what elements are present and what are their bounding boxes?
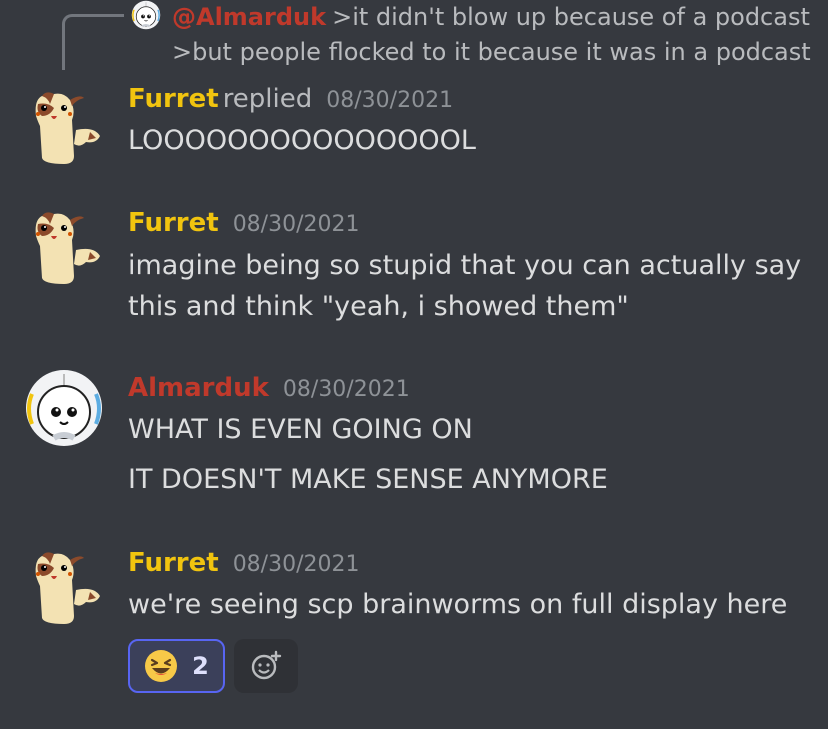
reply-mention[interactable]: @Almarduk bbox=[172, 3, 326, 31]
replied-label: replied bbox=[222, 84, 313, 114]
reaction-button[interactable]: 2 bbox=[128, 639, 225, 693]
furret-avatar-icon[interactable] bbox=[24, 546, 104, 626]
message-header: Furret 08/30/2021 bbox=[128, 546, 360, 582]
furret-avatar-icon[interactable] bbox=[24, 86, 104, 166]
message-line: this and think "yeah, i showed them" bbox=[128, 291, 629, 322]
almarduk-avatar-icon[interactable] bbox=[128, 0, 164, 30]
timestamp: 08/30/2021 bbox=[232, 552, 360, 577]
author-name[interactable]: Furret bbox=[128, 208, 219, 238]
message-text: WHAT IS EVEN GOING ON IT DOESN'T MAKE SE… bbox=[128, 409, 608, 500]
message-line: WHAT IS EVEN GOING ON bbox=[128, 414, 473, 445]
reply-preview[interactable]: @Almarduk >it didn't blow up because of a… bbox=[172, 0, 812, 70]
message-line: we're seeing scp brainworms on full disp… bbox=[128, 589, 788, 620]
message-line: LOOOOOOOOOOOOOOOL bbox=[128, 125, 476, 156]
timestamp: 08/30/2021 bbox=[232, 212, 360, 237]
reply-connector-line bbox=[62, 14, 124, 70]
message-line: imagine being so stupid that you can act… bbox=[128, 250, 802, 281]
author-name[interactable]: Furret bbox=[128, 84, 219, 114]
message-header: Furret 08/30/2021 bbox=[128, 206, 360, 242]
reply-preview-line-1: @Almarduk >it didn't blow up because of a… bbox=[172, 0, 812, 35]
timestamp: 08/30/2021 bbox=[282, 377, 410, 402]
author-name[interactable]: Almarduk bbox=[128, 373, 269, 403]
message-line: IT DOESN'T MAKE SENSE ANYMORE bbox=[128, 464, 608, 495]
message-header: Almarduk 08/30/2021 bbox=[128, 371, 410, 407]
reply-quote-1: >it didn't blow up because of a podcast bbox=[332, 3, 810, 31]
laughing-emoji-icon bbox=[145, 650, 178, 682]
message-text: LOOOOOOOOOOOOOOOL bbox=[128, 120, 476, 161]
add-reaction-icon bbox=[251, 650, 282, 680]
add-reaction-button[interactable] bbox=[234, 639, 298, 693]
reaction-count: 2 bbox=[192, 652, 209, 680]
timestamp: 08/30/2021 bbox=[326, 88, 454, 113]
message-header: Furret replied 08/30/2021 bbox=[128, 82, 453, 118]
author-name[interactable]: Furret bbox=[128, 548, 219, 578]
message-text: imagine being so stupid that you can act… bbox=[128, 245, 801, 327]
reply-preview-line-2: >but people flocked to it because it was… bbox=[172, 38, 811, 66]
almarduk-avatar-icon[interactable] bbox=[24, 368, 104, 448]
message-text: we're seeing scp brainworms on full disp… bbox=[128, 584, 787, 625]
furret-avatar-icon[interactable] bbox=[24, 206, 104, 286]
